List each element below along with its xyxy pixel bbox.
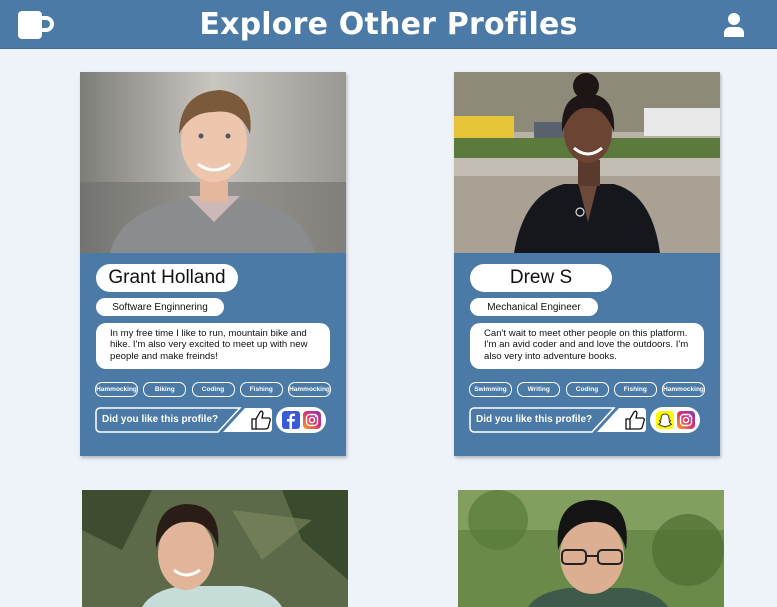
instagram-icon[interactable] — [677, 411, 695, 429]
user-profile-icon[interactable] — [721, 12, 747, 38]
profile-bio: Can't wait to meet other people on this … — [470, 323, 704, 369]
facebook-icon[interactable] — [282, 411, 300, 429]
instagram-icon[interactable] — [303, 411, 321, 429]
interest-tags: Swimming Writing Coding Fishing Hammocki… — [469, 382, 705, 397]
profile-bio: In my free time I like to run, mountain … — [96, 323, 330, 369]
interest-tag[interactable]: Hammocking — [95, 382, 138, 397]
interest-tag[interactable]: Fishing — [613, 382, 657, 397]
social-links — [650, 407, 700, 433]
profile-card: Grant Holland Software Enginnering In my… — [80, 72, 346, 456]
profile-name: Drew S — [470, 264, 612, 292]
profile-photo — [80, 72, 346, 253]
page-title: Explore Other Profiles — [199, 6, 578, 42]
profile-job: Mechanical Engineer — [470, 298, 598, 316]
snapchat-icon[interactable] — [656, 411, 674, 429]
interest-tag[interactable]: Coding — [565, 382, 609, 397]
profile-photo — [458, 490, 724, 607]
thumbs-up-icon[interactable] — [250, 410, 272, 430]
coffee-mug-icon[interactable] — [16, 9, 54, 41]
interest-tag[interactable]: Writing — [517, 382, 561, 397]
thumbs-up-icon[interactable] — [624, 410, 646, 430]
profile-card — [458, 490, 724, 607]
profile-card: Drew S Mechanical Engineer Can't wait to… — [454, 72, 720, 456]
interest-tag[interactable]: Hammocking — [288, 382, 331, 397]
interest-tag[interactable]: Coding — [191, 382, 235, 397]
like-prompt-label: Did you like this profile? — [476, 414, 593, 425]
like-prompt: Did you like this profile? — [95, 407, 273, 433]
interest-tag[interactable]: Biking — [143, 382, 187, 397]
profile-job: Software Enginnering — [96, 298, 224, 316]
interest-tag[interactable]: Swimming — [469, 382, 512, 397]
profile-photo — [82, 490, 348, 607]
interest-tag[interactable]: Fishing — [239, 382, 283, 397]
like-prompt-label: Did you like this profile? — [102, 414, 219, 425]
top-bar: Explore Other Profiles — [0, 0, 777, 49]
like-prompt: Did you like this profile? — [469, 407, 647, 433]
interest-tags: Hammocking Biking Coding Fishing Hammock… — [95, 382, 331, 397]
profile-card — [82, 490, 348, 607]
profile-name: Grant Holland — [96, 264, 238, 292]
interest-tag[interactable]: Hammocking — [662, 382, 705, 397]
profile-photo — [454, 72, 720, 253]
social-links — [276, 407, 326, 433]
